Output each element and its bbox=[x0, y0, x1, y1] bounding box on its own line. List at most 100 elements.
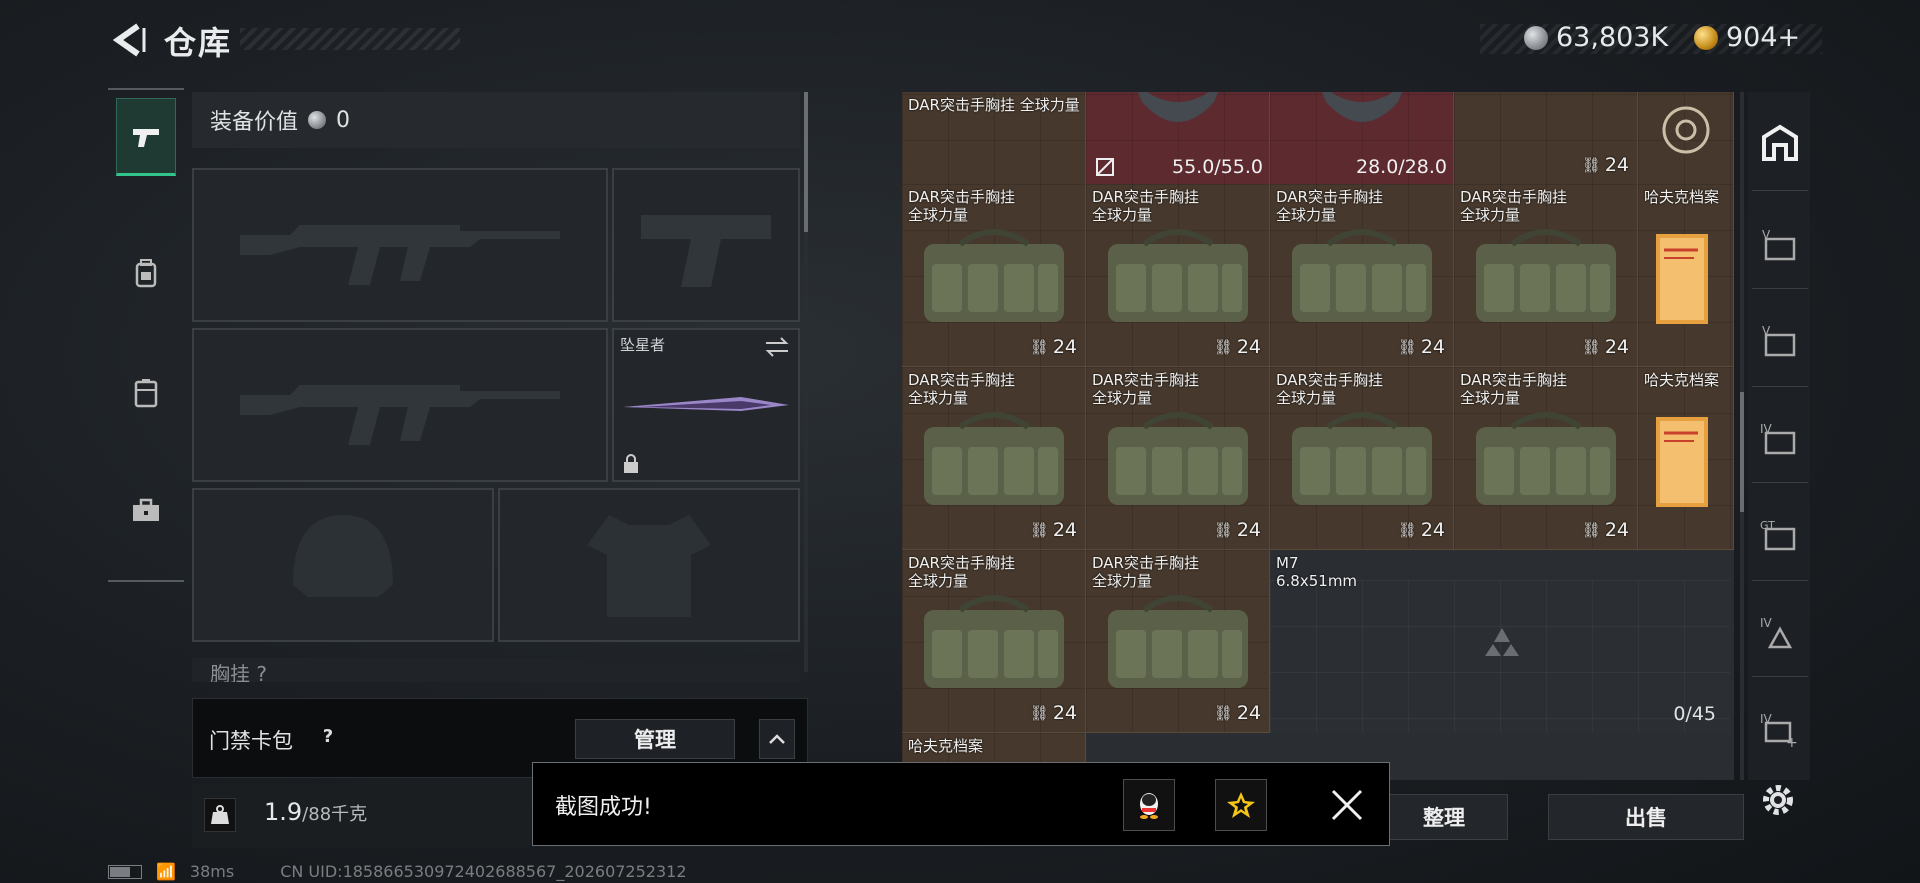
primary-weapon-slot[interactable] bbox=[192, 168, 608, 322]
share-qq-button[interactable] bbox=[1123, 779, 1175, 831]
durability: 55.0/55.0 bbox=[1086, 156, 1263, 178]
item-count-value: 24 bbox=[1052, 336, 1077, 358]
melee-slot[interactable]: 坠星者 bbox=[612, 328, 800, 482]
item-name: 哈夫克档案 bbox=[908, 737, 984, 755]
help-icon[interactable]: ? bbox=[315, 723, 341, 749]
sell-button[interactable]: 出售 bbox=[1548, 794, 1744, 840]
item-name: 哈夫克档案 bbox=[1644, 188, 1720, 206]
ping-value: 38ms bbox=[189, 862, 235, 881]
item-count: ⛓ 24 bbox=[1398, 336, 1445, 358]
rig-bag-icon bbox=[1292, 412, 1432, 505]
rail-weapons-tab[interactable] bbox=[116, 98, 176, 176]
storage-item-rig[interactable]: DAR突击手胸挂 全球力量 ⛓ 24 bbox=[1086, 184, 1270, 367]
rail-container-tab[interactable] bbox=[116, 354, 176, 432]
rig-bag-icon bbox=[1476, 412, 1616, 505]
item-name: M7 6.8x51mm bbox=[1276, 554, 1358, 590]
storage-scrollbar[interactable] bbox=[1740, 92, 1744, 780]
durability-value: 28.0/28.0 bbox=[1355, 156, 1447, 178]
storage-item-rig[interactable]: ⛓ 24 bbox=[1454, 92, 1638, 185]
item-name: DAR突击手胸挂 全球力量 bbox=[1092, 371, 1199, 407]
settings-gear-icon[interactable] bbox=[1756, 778, 1800, 822]
silver-currency[interactable]: 63,803K bbox=[1524, 22, 1668, 53]
storage-item-document[interactable]: 哈夫克档案 bbox=[1638, 367, 1734, 550]
storage-item-helmet[interactable]: 55.0/55.0 bbox=[1086, 92, 1270, 185]
rig-bag-icon bbox=[1108, 229, 1248, 322]
swap-icon[interactable] bbox=[764, 336, 790, 358]
durability-small-icon: ⛓ bbox=[1029, 704, 1049, 722]
repair-icon bbox=[1096, 158, 1114, 176]
storage-empty-area[interactable]: 0/45 bbox=[1270, 580, 1730, 733]
item-name: DAR突击手胸挂 全球力量 bbox=[1460, 188, 1567, 224]
gold-currency[interactable]: 904+ bbox=[1694, 22, 1800, 53]
storage-item-rig[interactable]: DAR突击手胸挂 全球力量 bbox=[902, 92, 1086, 185]
storage-grid: DAR突击手胸挂 全球力量 55.0/55.0 28.0/28.0 ⛓ 24 D… bbox=[902, 92, 1734, 780]
screenshot-toast: 截图成功! bbox=[532, 762, 1390, 846]
rail-backpack-tab[interactable] bbox=[116, 234, 176, 312]
rig-bag-icon bbox=[924, 412, 1064, 505]
helmet-slot[interactable] bbox=[192, 488, 494, 642]
storage-item-rig[interactable]: DAR突击手胸挂 全球力量 ⛓ 24 bbox=[1270, 184, 1454, 367]
item-count: ⛓ 24 bbox=[1030, 336, 1077, 358]
item-name: 哈夫克档案 bbox=[1644, 371, 1720, 389]
storage-tab-4[interactable]: IV bbox=[1758, 414, 1802, 464]
item-count-value: 24 bbox=[1420, 336, 1445, 358]
storage-item-rig[interactable]: DAR突击手胸挂 全球力量 ⛓ 24 bbox=[1086, 367, 1270, 550]
secondary-weapon-slot[interactable] bbox=[192, 328, 608, 482]
storage-item-rig[interactable]: DAR突击手胸挂 全球力量 ⛓ 24 bbox=[1454, 367, 1638, 550]
case-icon bbox=[134, 379, 158, 408]
item-count: ⛓ 24 bbox=[1582, 336, 1629, 358]
storage-item-helmet[interactable]: 28.0/28.0 bbox=[1270, 92, 1454, 185]
melee-name: 坠星者 bbox=[620, 336, 666, 354]
item-name: DAR突击手胸挂 全球力量 bbox=[1460, 371, 1567, 407]
item-count-value: 24 bbox=[1236, 702, 1261, 724]
storage-item-rig[interactable]: DAR突击手胸挂 全球力量 ⛓ 24 bbox=[1086, 550, 1270, 733]
storage-item-target[interactable] bbox=[1638, 92, 1734, 185]
storage-tab-5[interactable]: V bbox=[1758, 220, 1802, 270]
storage-item-rig[interactable]: DAR突击手胸挂 全球力量 ⛓ 24 bbox=[902, 184, 1086, 367]
equipment-scrollbar[interactable] bbox=[804, 92, 808, 232]
item-name: DAR突击手胸挂 全球力量 bbox=[908, 188, 1015, 224]
manage-button[interactable]: 管理 bbox=[575, 719, 735, 759]
storage-home-tab[interactable] bbox=[1758, 118, 1802, 168]
storage-item-document[interactable]: 哈夫克档案 bbox=[1638, 184, 1734, 367]
document-icon bbox=[1656, 234, 1708, 324]
weight-icon bbox=[204, 798, 236, 832]
close-icon[interactable] bbox=[1327, 785, 1367, 825]
rifle-silhouette-icon bbox=[240, 385, 560, 445]
rig-bag-icon bbox=[924, 229, 1064, 322]
star-icon bbox=[1227, 792, 1255, 818]
category-rail bbox=[108, 88, 184, 582]
rig-bag-icon bbox=[1108, 595, 1248, 688]
storage-item-ammo[interactable]: M7 6.8x51mm bbox=[1270, 550, 1730, 590]
brand-triangle-icon bbox=[1485, 628, 1519, 656]
storage-item-rig[interactable]: DAR突击手胸挂 全球力量 ⛓ 24 bbox=[902, 367, 1086, 550]
durability-small-icon: ⛓ bbox=[1581, 521, 1601, 539]
rig-bag-icon bbox=[1292, 229, 1432, 322]
svg-text:IV: IV bbox=[1760, 616, 1773, 630]
equipment-value-amount: 0 bbox=[336, 107, 351, 133]
item-count: ⛓ 24 bbox=[1398, 519, 1445, 541]
item-count-value: 24 bbox=[1236, 519, 1261, 541]
weight-max: /88千克 bbox=[302, 804, 368, 825]
collapse-button[interactable] bbox=[759, 719, 795, 759]
crate-add-icon: IV+ bbox=[1760, 712, 1798, 749]
item-count: ⛓ 24 bbox=[1214, 702, 1261, 724]
svg-text:+: + bbox=[1786, 735, 1798, 749]
storage-tab-add[interactable]: IV + bbox=[1758, 704, 1802, 754]
sort-button[interactable]: 整理 bbox=[1380, 794, 1508, 840]
item-count: ⛓ 24 bbox=[1030, 702, 1077, 724]
storage-item-rig[interactable]: DAR突击手胸挂 全球力量 ⛓ 24 bbox=[1454, 184, 1638, 367]
back-arrow-icon[interactable] bbox=[108, 20, 148, 60]
silver-amount: 63,803K bbox=[1556, 22, 1669, 53]
storage-item-rig[interactable]: DAR突击手胸挂 全球力量 ⛓ 24 bbox=[1270, 367, 1454, 550]
rail-toolbox-tab[interactable] bbox=[116, 472, 176, 550]
item-name: DAR突击手胸挂 全球力量 bbox=[908, 554, 1015, 590]
share-qzone-button[interactable] bbox=[1215, 779, 1267, 831]
storage-item-rig[interactable]: DAR突击手胸挂 全球力量 ⛓ 24 bbox=[902, 550, 1086, 733]
storage-tab-gt[interactable]: GT bbox=[1758, 510, 1802, 560]
body-armor-slot[interactable] bbox=[498, 488, 800, 642]
storage-tab-5b[interactable]: V bbox=[1758, 316, 1802, 366]
durability-value: 55.0/55.0 bbox=[1171, 156, 1263, 178]
storage-tab-4b[interactable]: IV bbox=[1758, 608, 1802, 658]
sidearm-slot[interactable] bbox=[612, 168, 800, 322]
